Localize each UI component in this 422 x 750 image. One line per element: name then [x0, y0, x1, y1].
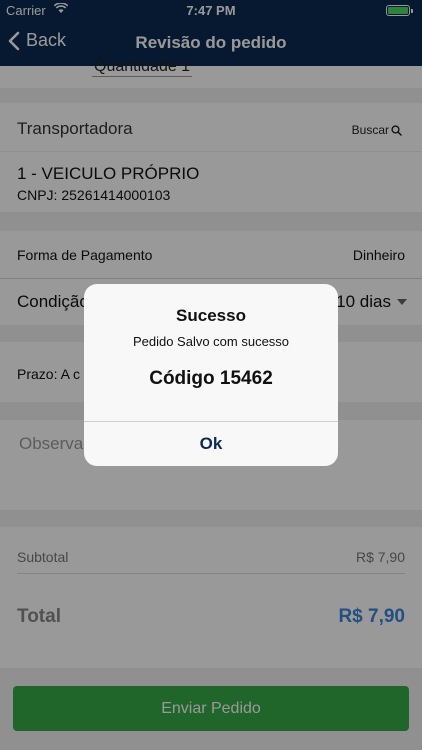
alert-message: Pedido Salvo com sucesso — [132, 334, 290, 349]
success-alert: Sucesso Pedido Salvo com sucesso Código … — [84, 284, 338, 466]
ok-button[interactable]: Ok — [84, 422, 338, 466]
alert-order-code: Código 15462 — [149, 368, 273, 389]
alert-title: Sucesso — [176, 306, 246, 325]
